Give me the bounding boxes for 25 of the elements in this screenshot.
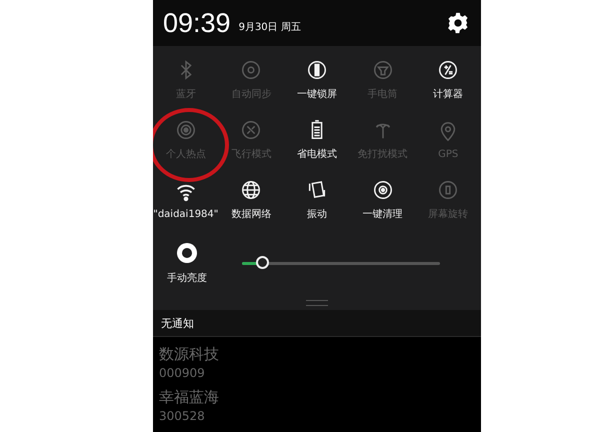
- clock-time: 09:39: [163, 8, 231, 38]
- quick-toggle[interactable]: 振动: [284, 170, 350, 230]
- slider-thumb[interactable]: [256, 256, 269, 268]
- quick-toggle[interactable]: 省电模式: [284, 110, 350, 170]
- quick-toggle[interactable]: 一键锁屏: [284, 50, 350, 110]
- stock-name: 数源科技: [159, 345, 220, 364]
- airplane-icon: [240, 119, 262, 141]
- drag-handle[interactable]: [306, 300, 328, 306]
- stock-name: 幸福蓝海: [159, 388, 220, 407]
- brightness-toggle[interactable]: 手动亮度: [167, 241, 207, 285]
- quick-toggle[interactable]: 计算器: [415, 50, 481, 110]
- settings-icon[interactable]: [447, 12, 469, 34]
- hotspot-icon: [174, 119, 197, 141]
- quick-toggle[interactable]: 数据网络: [218, 170, 284, 230]
- clean-icon: [372, 179, 394, 201]
- calculator-icon: [437, 59, 460, 81]
- stock-code: 000909: [159, 366, 206, 380]
- date-text: 9月30日 周五: [238, 21, 301, 34]
- stock-code: 300528: [159, 409, 206, 423]
- no-notifications-text: 无通知: [161, 316, 194, 330]
- sun-icon: [175, 241, 199, 265]
- quick-toggle[interactable]: "daidai1984": [153, 170, 219, 230]
- lock-icon: [306, 59, 328, 81]
- globe-icon: [240, 179, 262, 201]
- quick-toggle[interactable]: 一键清理: [350, 170, 416, 230]
